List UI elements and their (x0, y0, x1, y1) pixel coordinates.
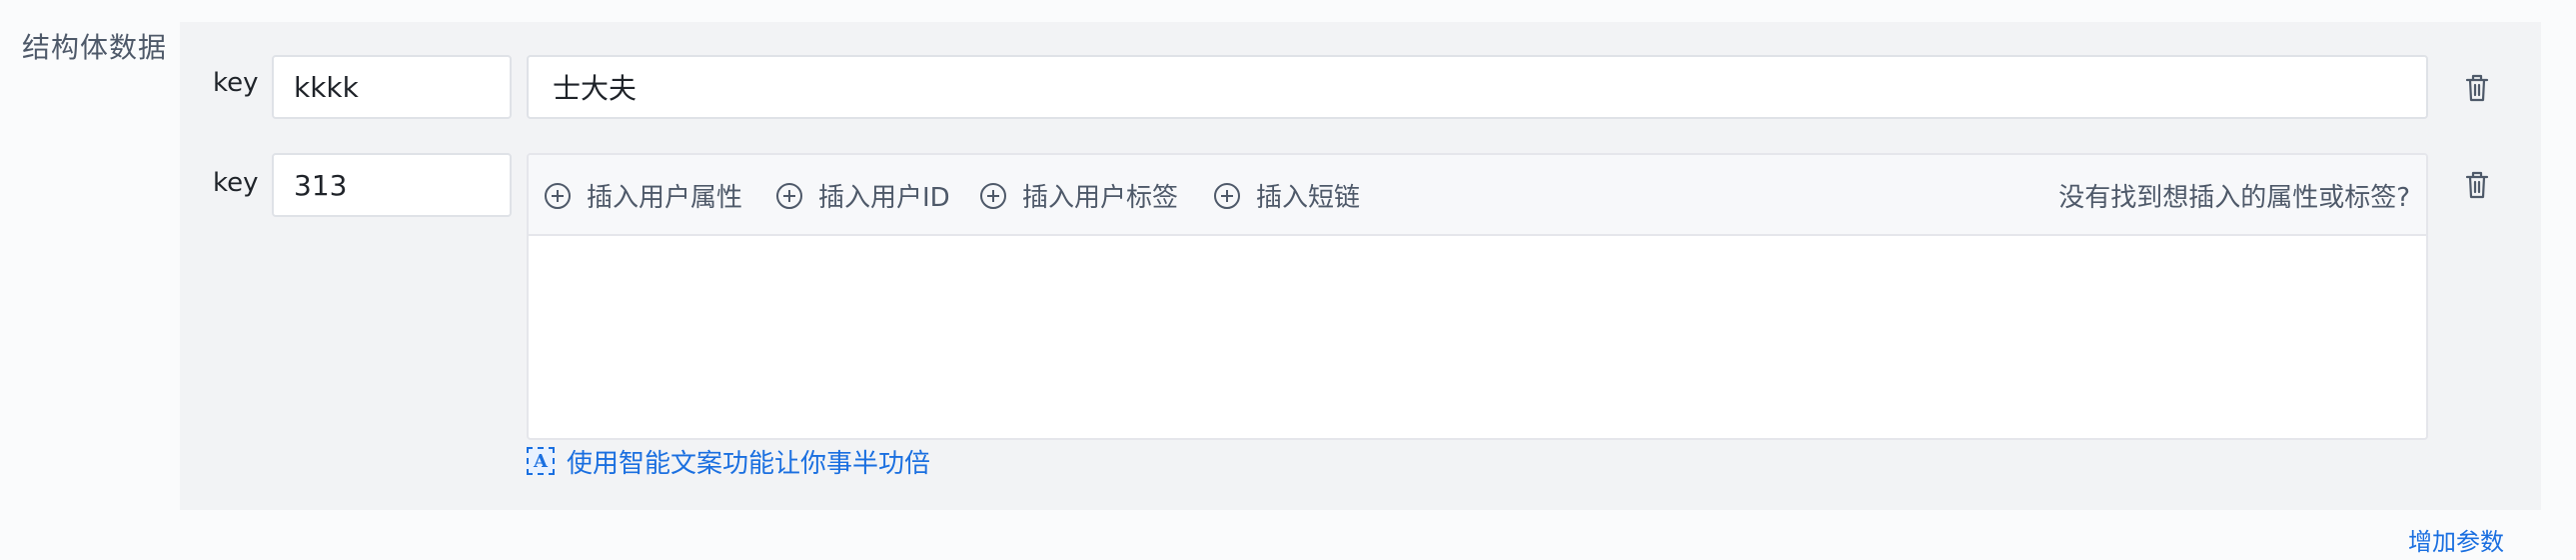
ai-copywriting-link[interactable]: A 使用智能文案功能让你事半功倍 (527, 443, 930, 479)
row2-key-input[interactable]: 313 (272, 153, 512, 217)
tool-label: 插入用户标签 (1022, 183, 1179, 213)
ai-text-icon: A (527, 447, 555, 475)
row1-delete-icon[interactable] (2464, 73, 2490, 103)
add-param-button[interactable]: 增加参数 (2408, 522, 2504, 557)
insert-user-id-button[interactable]: 插入用户ID (776, 155, 950, 236)
plus-circle-icon (776, 182, 802, 209)
row2-key-label: key (213, 168, 259, 198)
row2-delete-icon[interactable] (2464, 170, 2490, 200)
ai-tip-label: 使用智能文案功能让你事半功倍 (567, 448, 931, 479)
not-found-help-link[interactable]: 没有找到想插入的属性或标签? (2058, 155, 2410, 236)
row1-key-label: key (213, 68, 259, 98)
tool-label: 插入用户属性 (587, 183, 743, 213)
editor-textarea[interactable] (529, 238, 2426, 438)
insert-user-attribute-button[interactable]: 插入用户属性 (545, 155, 742, 236)
editor-toolbar: 插入用户属性 插入用户ID 插入用户标签 插入短链 没有找到想插入的属性或标签? (529, 155, 2426, 236)
plus-circle-icon (1214, 182, 1240, 209)
row1-value-input[interactable]: 士大夫 (527, 55, 2428, 119)
insert-short-link-button[interactable]: 插入短链 (1214, 155, 1360, 236)
row1-key-input[interactable]: kkkk (272, 55, 512, 119)
struct-data-form: 结构体数据 key kkkk 士大夫 key 313 插入用户属性 插入用户ID… (0, 0, 2576, 560)
section-label: 结构体数据 (22, 31, 168, 64)
plus-circle-icon (545, 182, 571, 209)
tool-label: 插入用户ID (818, 183, 950, 213)
insert-user-tag-button[interactable]: 插入用户标签 (980, 155, 1178, 236)
tool-label: 插入短链 (1256, 183, 1361, 213)
row2-value-editor[interactable]: 插入用户属性 插入用户ID 插入用户标签 插入短链 没有找到想插入的属性或标签? (527, 153, 2428, 440)
plus-circle-icon (980, 182, 1006, 209)
